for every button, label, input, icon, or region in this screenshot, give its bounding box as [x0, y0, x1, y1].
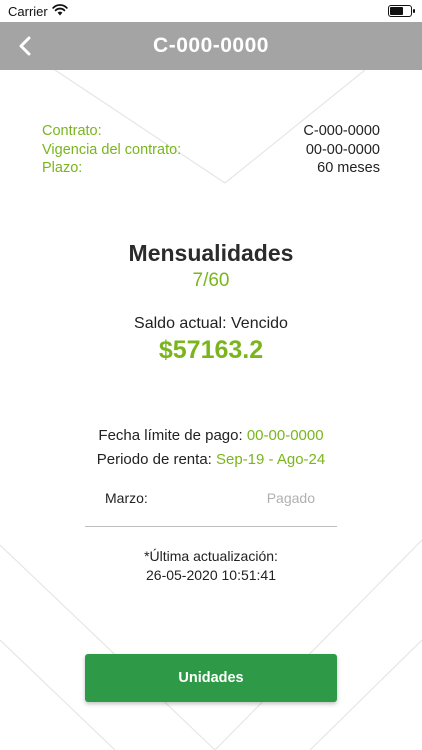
validity-row: Vigencia del contrato: 00-00-0000: [42, 141, 380, 160]
last-update-label: *Última actualización:: [144, 548, 278, 564]
units-button[interactable]: Unidades: [85, 654, 337, 702]
term-value: 60 meses: [317, 160, 380, 176]
rent-period-label: Periodo de renta:: [96, 451, 212, 468]
page-title: C-000-0000: [153, 34, 269, 57]
contract-label: Contrato:: [42, 123, 102, 139]
validity-value: 00-00-0000: [305, 141, 380, 158]
balance-label: Saldo actual: Vencido: [134, 315, 288, 332]
balance-amount: $57163.2: [158, 336, 264, 364]
rent-period-line: Periodo de renta: Sep-19 - Ago-24: [0, 451, 422, 468]
last-update-date: 26-05-2020 10:51:41: [146, 567, 276, 583]
term-row: Plazo: 60 meses: [42, 159, 380, 178]
term-label: Plazo:: [42, 160, 83, 176]
battery-icon: [388, 5, 415, 17]
background-lines: [0, 69, 422, 750]
due-date-value: 00-00-0000: [246, 427, 324, 444]
wifi-icon: [52, 4, 68, 16]
installments-count: 7/60: [192, 270, 230, 291]
contract-value: C-000-0000: [303, 123, 380, 139]
carrier-label: Carrier: [8, 4, 48, 19]
list-item: Marzo: Pagado: [85, 488, 337, 527]
installments-title: Mensualidades: [128, 240, 294, 266]
due-date-label: Fecha límite de pago:: [98, 427, 243, 444]
month-name: Marzo:: [105, 490, 148, 506]
contract-info: Contrato: C-000-0000 Vigencia del contra…: [42, 122, 380, 178]
status-bar: Carrier: [0, 0, 422, 22]
validity-label: Vigencia del contrato:: [42, 141, 182, 158]
contract-row: Contrato: C-000-0000: [42, 122, 380, 141]
due-date-line: Fecha límite de pago: 00-00-0000: [0, 427, 422, 444]
nav-bar: C-000-0000: [0, 22, 422, 70]
month-status: Pagado: [266, 490, 315, 506]
rent-period-value: Sep-19 - Ago-24: [216, 451, 326, 468]
